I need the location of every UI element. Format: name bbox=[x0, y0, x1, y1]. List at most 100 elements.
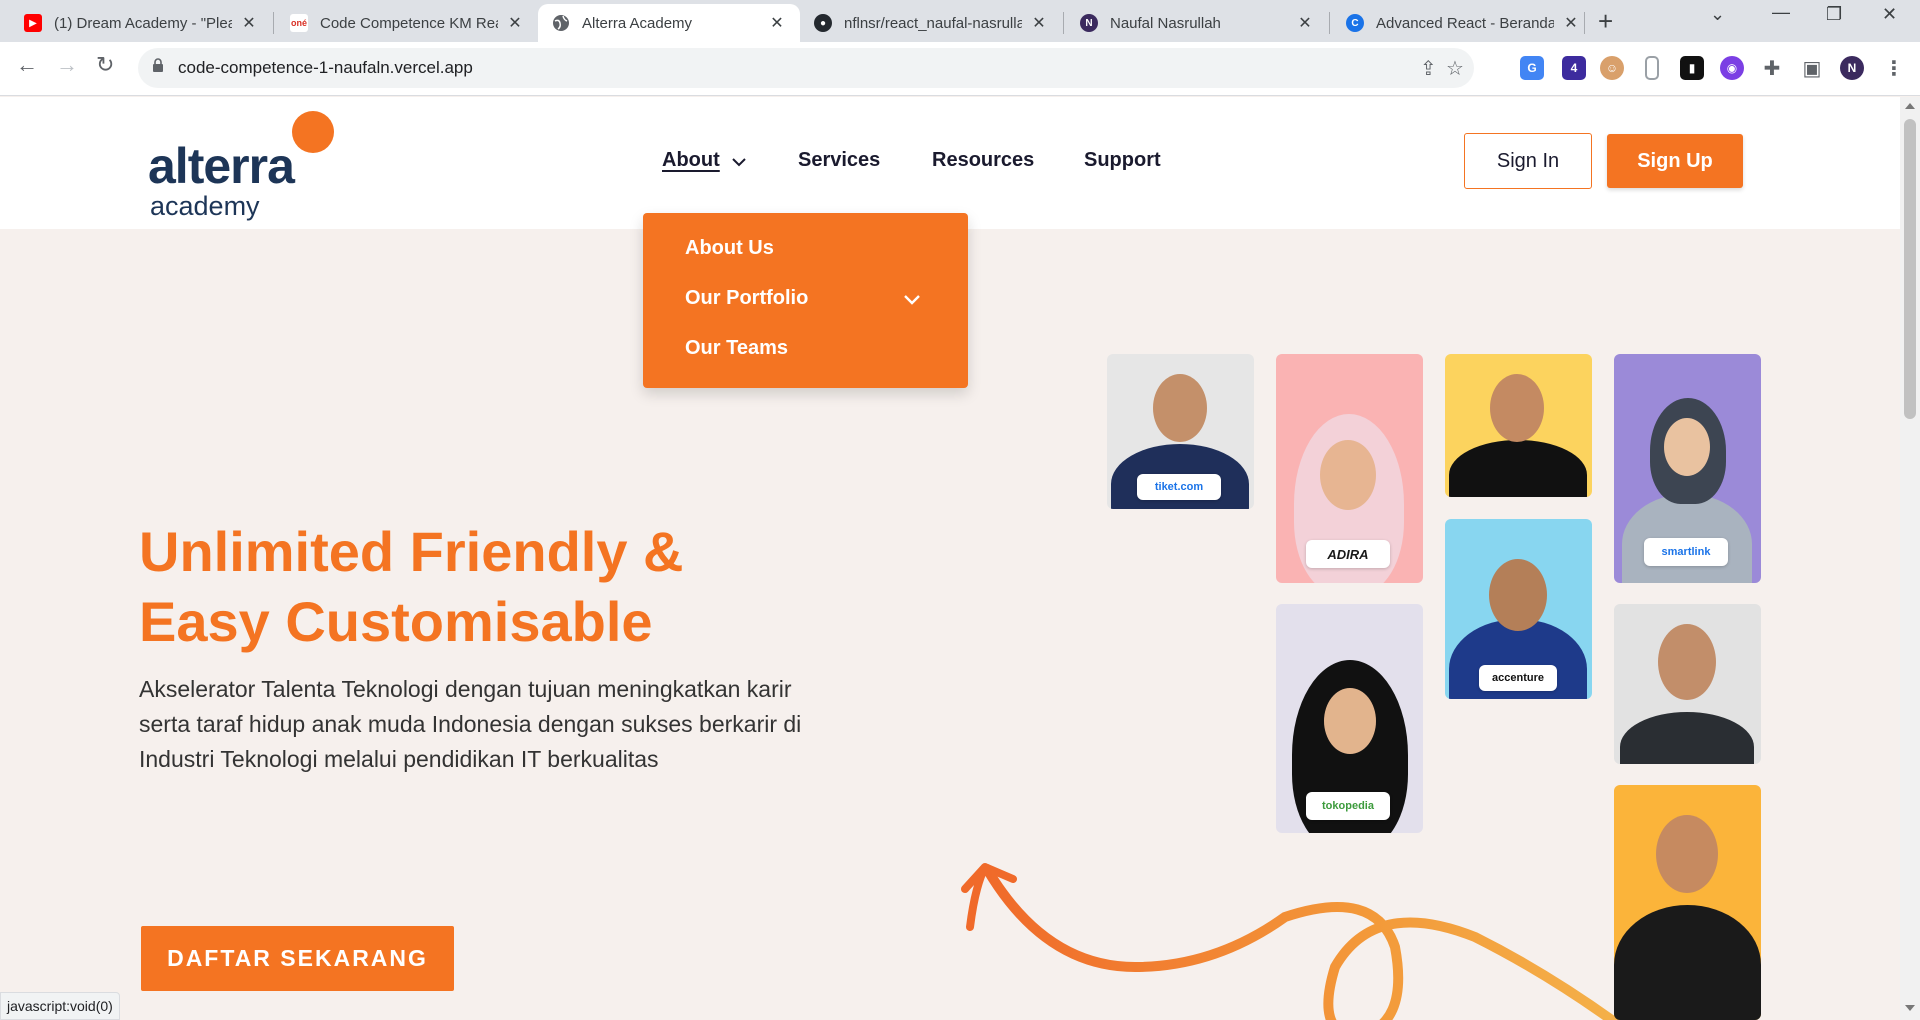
close-icon[interactable]: ✕ bbox=[1030, 13, 1048, 33]
reload-icon[interactable]: ↻ bbox=[96, 52, 114, 78]
tiket-badge: tiket.com bbox=[1137, 474, 1221, 500]
smartlink-badge: smartlink bbox=[1644, 538, 1728, 566]
new-tab-icon[interactable]: + bbox=[1598, 6, 1613, 37]
extension-purple-icon[interactable]: ◉ bbox=[1720, 56, 1744, 80]
browser-tab[interactable]: N Naufal Nasrullah ✕ bbox=[1066, 4, 1328, 42]
url-text[interactable]: code-competence-1-naufaln.vercel.app bbox=[178, 58, 473, 78]
daftar-sekarang-button[interactable]: DAFTAR SEKARANG bbox=[141, 926, 454, 991]
tab-title: Naufal Nasrullah bbox=[1110, 14, 1221, 32]
close-icon[interactable]: ✕ bbox=[506, 13, 524, 33]
site-header: alterra academy About Services Resources… bbox=[0, 97, 1900, 229]
tab-title: nflnsr/react_naufal-nasrulla bbox=[844, 14, 1022, 32]
browser-tab[interactable]: ▶ (1) Dream Academy - "Plea ✕ bbox=[10, 4, 272, 42]
person-head bbox=[1490, 374, 1544, 442]
nav-services[interactable]: Services bbox=[798, 149, 880, 172]
logo-subtext: academy bbox=[150, 191, 260, 221]
tab-title: Alterra Academy bbox=[582, 14, 693, 32]
forward-icon[interactable]: → bbox=[56, 52, 78, 78]
chevron-down-icon[interactable] bbox=[903, 293, 921, 307]
dropdown-item-our-portfolio[interactable]: Our Portfolio bbox=[685, 287, 808, 310]
team-photo bbox=[1614, 785, 1761, 1020]
device-extension-icon[interactable] bbox=[1645, 56, 1659, 80]
person-head bbox=[1320, 440, 1376, 510]
person-head bbox=[1658, 624, 1716, 700]
close-window-icon[interactable]: ✕ bbox=[1882, 4, 1897, 25]
person-head bbox=[1656, 815, 1718, 893]
person-head bbox=[1324, 688, 1376, 754]
browser-tab[interactable]: oné Code Competence KM Rea ✕ bbox=[276, 4, 538, 42]
nav-about[interactable]: About bbox=[662, 149, 720, 172]
alterra-logo[interactable]: alterra academy bbox=[148, 111, 348, 221]
github-icon: ● bbox=[814, 14, 832, 32]
person-body bbox=[1449, 440, 1587, 497]
hero-title-line2: Easy Customisable bbox=[139, 590, 653, 653]
person-body bbox=[1614, 905, 1761, 1020]
team-photo bbox=[1614, 604, 1761, 764]
browser-tab[interactable]: C Advanced React - Beranda ✕ bbox=[1332, 4, 1594, 42]
logo-dot bbox=[292, 111, 334, 153]
tab-divider bbox=[273, 12, 274, 34]
extension-dark-icon[interactable]: ▮ bbox=[1680, 56, 1704, 80]
sign-up-button[interactable]: Sign Up bbox=[1607, 134, 1743, 188]
team-photo: smartlink bbox=[1614, 354, 1761, 583]
tab-divider bbox=[1063, 12, 1064, 34]
dropdown-item-our-teams[interactable]: Our Teams bbox=[685, 337, 788, 360]
tab-title: (1) Dream Academy - "Plea bbox=[54, 14, 232, 32]
person-head bbox=[1489, 559, 1547, 631]
extension-badge-icon[interactable]: 4 bbox=[1562, 56, 1586, 80]
tab-divider bbox=[1584, 12, 1585, 34]
web-page: alterra academy About Services Resources… bbox=[0, 97, 1900, 1020]
side-panel-icon[interactable]: ▣ bbox=[1800, 56, 1824, 80]
person-body bbox=[1620, 712, 1754, 764]
tokopedia-badge: tokopedia bbox=[1306, 792, 1390, 820]
sign-in-button[interactable]: Sign In bbox=[1464, 133, 1592, 189]
scroll-up-icon[interactable] bbox=[1905, 103, 1915, 109]
close-icon[interactable]: ✕ bbox=[1296, 13, 1314, 33]
about-dropdown-menu: About Us Our Portfolio Our Teams bbox=[643, 213, 968, 388]
globe-icon bbox=[552, 14, 570, 32]
share-icon[interactable]: ⇪ bbox=[1420, 56, 1437, 81]
address-bar[interactable]: code-competence-1-naufaln.vercel.app ⇪ ☆ bbox=[138, 48, 1474, 88]
page-scrollbar[interactable] bbox=[1900, 97, 1920, 1020]
hero-title: Unlimited Friendly & Easy Customisable bbox=[139, 517, 684, 657]
adira-badge: ADIRA bbox=[1306, 540, 1390, 568]
tab-search-icon[interactable]: ⌄ bbox=[1710, 4, 1725, 25]
dropdown-item-about-us[interactable]: About Us bbox=[685, 237, 774, 260]
close-icon[interactable]: ✕ bbox=[240, 13, 258, 33]
minimize-icon[interactable]: — bbox=[1772, 2, 1790, 23]
scrollbar-thumb[interactable] bbox=[1904, 119, 1916, 419]
person-head bbox=[1664, 418, 1710, 476]
nav-resources[interactable]: Resources bbox=[932, 149, 1034, 172]
browser-tab[interactable]: ● nflnsr/react_naufal-nasrulla ✕ bbox=[800, 4, 1062, 42]
team-photo: ADIRA bbox=[1276, 354, 1423, 583]
tab-divider bbox=[1329, 12, 1330, 34]
youtube-icon: ▶ bbox=[24, 14, 42, 32]
tab-title: Advanced React - Beranda bbox=[1376, 14, 1554, 32]
close-icon[interactable]: ✕ bbox=[768, 13, 786, 33]
person-head bbox=[1153, 374, 1207, 442]
bookmark-star-icon[interactable]: ☆ bbox=[1446, 56, 1464, 81]
browser-tab-active[interactable]: Alterra Academy ✕ bbox=[538, 4, 800, 42]
nav-support[interactable]: Support bbox=[1084, 149, 1161, 172]
team-photo: tokopedia bbox=[1276, 604, 1423, 833]
extension-face-icon[interactable]: ☺ bbox=[1600, 56, 1624, 80]
n-icon: N bbox=[1080, 14, 1098, 32]
hero-title-line1: Unlimited Friendly & bbox=[139, 520, 684, 583]
puzzle-extensions-icon[interactable]: ✚ bbox=[1760, 56, 1784, 80]
browser-toolbar: ← → ↻ code-competence-1-naufaln.vercel.a… bbox=[0, 42, 1920, 96]
team-photo bbox=[1445, 354, 1592, 497]
team-photo: tiket.com bbox=[1107, 354, 1254, 509]
translate-extension-icon[interactable]: G bbox=[1520, 56, 1544, 80]
one-icon: oné bbox=[290, 14, 308, 32]
scroll-down-icon[interactable] bbox=[1905, 1005, 1915, 1011]
tab-strip: ▶ (1) Dream Academy - "Plea ✕ oné Code C… bbox=[0, 0, 1920, 42]
c-icon: C bbox=[1346, 14, 1364, 32]
restore-icon[interactable]: ❐ bbox=[1826, 4, 1842, 25]
menu-dots-icon[interactable]: ⋮ bbox=[1882, 56, 1906, 80]
close-icon[interactable]: ✕ bbox=[1562, 13, 1580, 33]
team-photo: accenture bbox=[1445, 519, 1592, 699]
back-icon[interactable]: ← bbox=[16, 52, 38, 78]
profile-avatar[interactable]: N bbox=[1840, 56, 1864, 80]
accenture-badge: accenture bbox=[1479, 665, 1557, 691]
chevron-down-icon[interactable] bbox=[732, 155, 746, 169]
